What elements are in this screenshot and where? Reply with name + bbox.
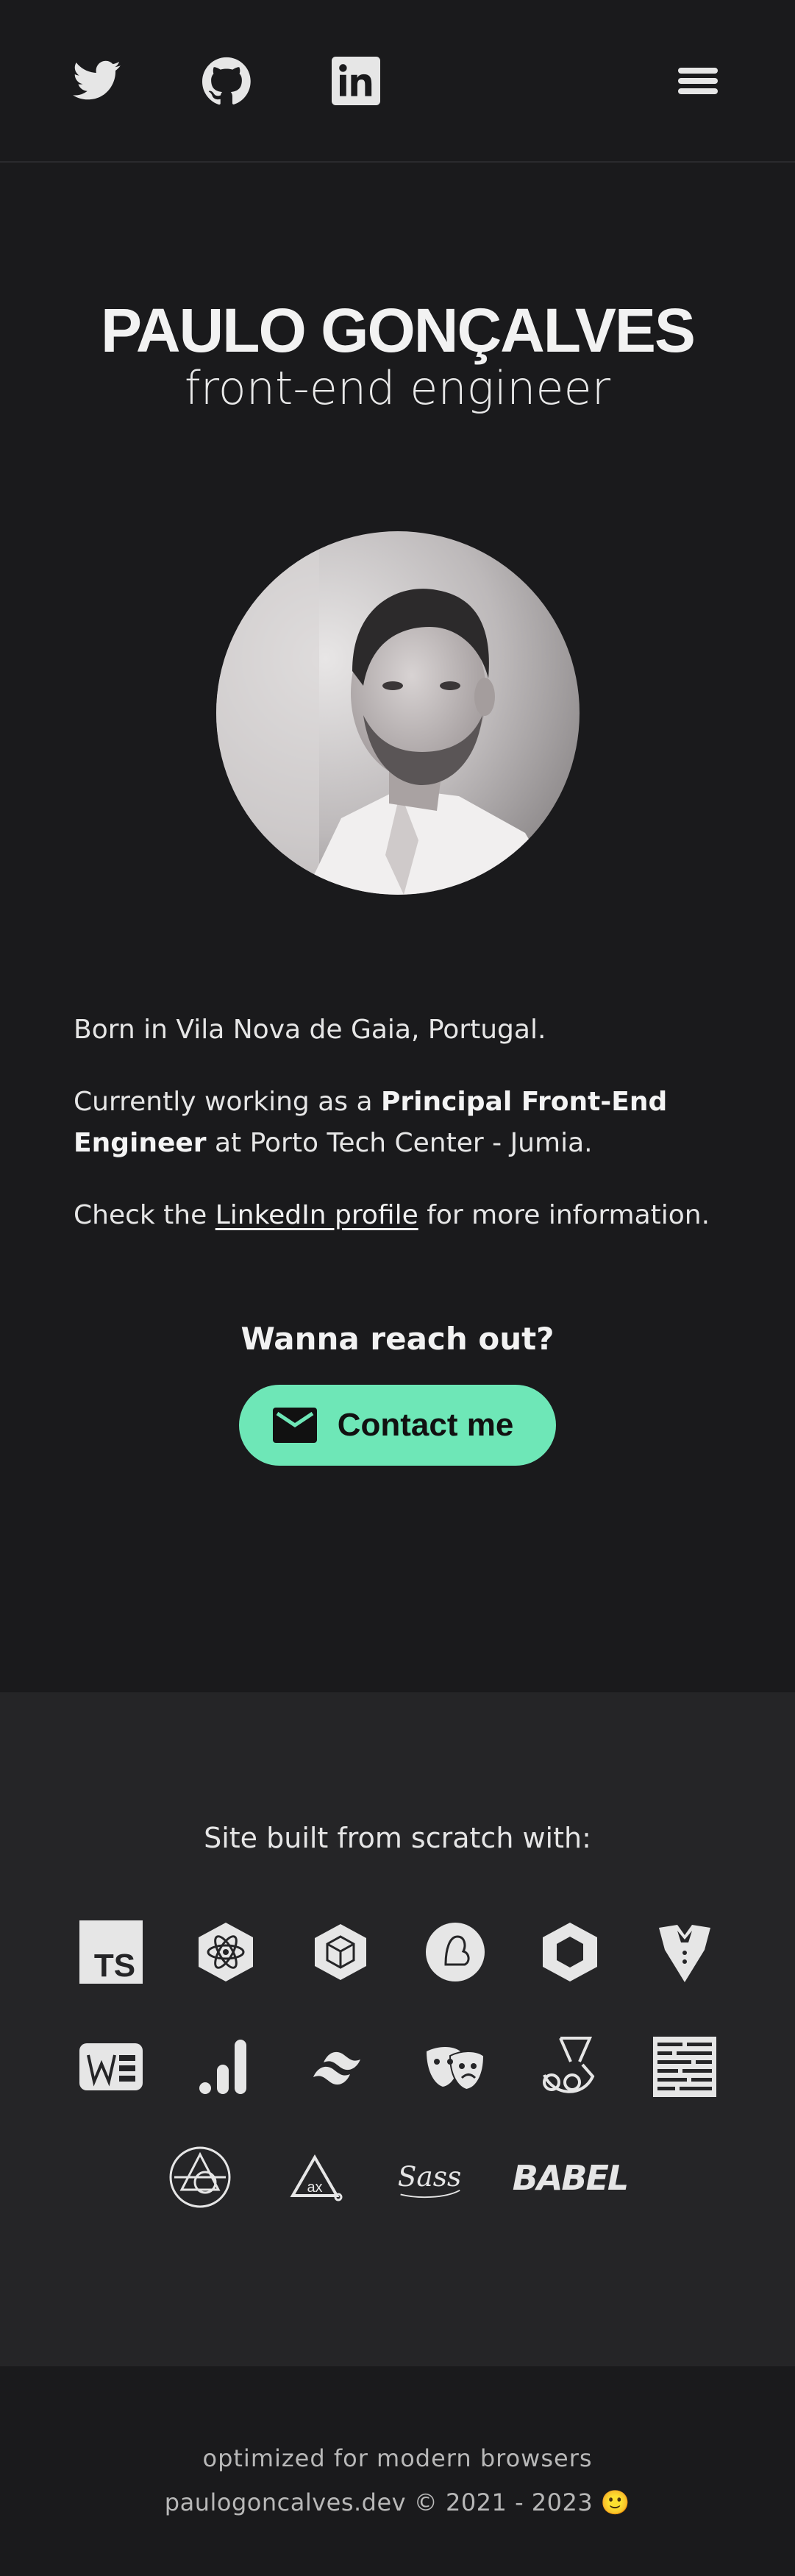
footer-copyright: paulogoncalves.dev © 2021 - 2023 🙂 <box>164 2488 631 2516</box>
svg-text:ax: ax <box>307 2179 322 2196</box>
twitter-link[interactable] <box>72 56 122 106</box>
site-header <box>0 0 795 163</box>
prisma-icon <box>167 2144 233 2210</box>
built-with-label: Site built from scratch with: <box>204 1822 591 1854</box>
typescript-icon: TS <box>78 1919 144 1985</box>
linkedin-icon <box>332 57 380 105</box>
contact-button[interactable]: Contact me <box>238 1385 557 1466</box>
babel-icon: BABEL <box>511 2144 628 2210</box>
menu-button[interactable] <box>673 56 723 106</box>
github-link[interactable] <box>202 56 252 106</box>
tech-row: TS <box>0 1919 795 1985</box>
bio-birthplace: Born in Vila Nova de Gaia, Portugal. <box>74 1015 546 1046</box>
social-links <box>72 56 381 106</box>
jest-jester-icon <box>537 2034 603 2100</box>
page-subtitle: front-end engineer <box>184 361 611 415</box>
reach-out-section: Wanna reach out? Contact me <box>0 1321 795 1466</box>
bio-section: Born in Vila Nova de Gaia, Portugal. Cur… <box>0 895 795 1236</box>
svg-text:Sass: Sass <box>397 2160 461 2193</box>
tailwind-icon <box>307 2034 374 2100</box>
contact-button-label: Contact me <box>337 1407 514 1444</box>
tech-row: ax Sass BABEL <box>0 2144 795 2210</box>
linkedin-profile-link[interactable]: LinkedIn profile <box>215 1200 418 1230</box>
svg-text:BABEL: BABEL <box>512 2158 627 2198</box>
reach-out-title: Wanna reach out? <box>240 1321 555 1358</box>
svg-text:TS: TS <box>93 1948 135 1984</box>
bio-linkedin-prefix: Check the <box>74 1200 215 1231</box>
webflow-icon <box>78 2034 144 2100</box>
axe-icon: ax <box>282 2144 348 2210</box>
linkedin-link[interactable] <box>331 56 381 106</box>
twitter-icon <box>73 60 121 100</box>
nx-icon <box>652 2034 718 2100</box>
tech-row <box>0 2034 795 2100</box>
hamburger-menu-icon <box>678 68 718 94</box>
hero-section: PAULO GONÇALVES front-end engineer <box>0 163 795 895</box>
bio-linkedin-suffix: for more information. <box>418 1200 710 1231</box>
jest-icon <box>652 1919 718 1985</box>
page-title: PAULO GONÇALVES <box>101 296 696 365</box>
webpack-icon <box>307 1919 374 1985</box>
mail-icon <box>272 1408 317 1444</box>
github-icon <box>202 57 251 105</box>
bio-job-prefix: Currently working as a <box>74 1087 381 1118</box>
bio-linkedin-note: Check the LinkedIn profile for more info… <box>74 1195 721 1236</box>
bio-current-job: Currently working as a Principal Front-E… <box>74 1082 721 1164</box>
parcel-icon <box>422 1919 488 1985</box>
storybook-masks-icon <box>422 2034 488 2100</box>
codesandbox-icon <box>537 1919 603 1985</box>
site-footer: optimized for modern browsers paulogonca… <box>0 2366 795 2576</box>
react-icon <box>193 1919 259 1985</box>
footer-browsers-note: optimized for modern browsers <box>202 2444 593 2472</box>
avatar <box>215 531 580 895</box>
bio-job-suffix: at Porto Tech Center - Jumia. <box>206 1128 593 1159</box>
lighthouse-icon <box>193 2034 259 2100</box>
built-with-section: Site built from scratch with: TS ax Sass… <box>0 1692 795 2366</box>
sass-icon: Sass <box>396 2144 463 2210</box>
